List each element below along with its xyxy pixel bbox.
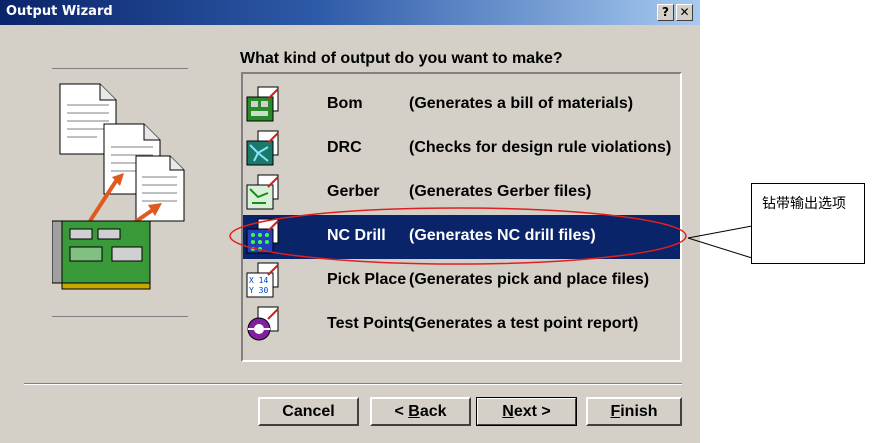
finish-accel: F [610,403,621,420]
close-icon: ✕ [679,5,690,19]
cancel-button[interactable]: Cancel [258,397,359,426]
item-description: (Generates a bill of materials) [409,95,634,112]
list-item-drc[interactable]: DRC (Checks for design rule violations) [243,127,680,171]
back-button[interactable]: < Back [370,397,471,426]
test-points-icon [247,306,279,341]
close-button[interactable]: ✕ [676,4,693,21]
item-description: (Generates a test point report) [409,315,639,332]
item-description: (Generates Gerber files) [409,183,592,200]
next-accel: N [502,403,514,420]
item-name: Gerber [327,183,380,200]
next-label: ext > [513,403,551,420]
finish-button[interactable]: Finish [586,397,682,426]
bom-icon [246,86,279,122]
pick-place-icon: X 14 Y 30 [246,262,279,298]
back-prefix: < [394,403,409,420]
list-item-bom[interactable]: Bom (Generates a bill of materials) [243,83,680,127]
item-description: (Generates NC drill files) [409,227,596,244]
callout-text: 钻带输出选项 [762,196,846,212]
help-icon: ? [662,5,669,19]
wizard-question: What kind of output do you want to make? [240,50,563,67]
next-button[interactable]: Next > [476,397,577,426]
list-item-nc-drill[interactable]: NC Drill (Generates NC drill files) [243,215,680,259]
output-type-list[interactable]: Bom (Generates a bill of materials) DRC … [241,72,682,362]
title-bar[interactable]: Output Wizard ? ✕ [0,0,700,25]
svg-text:Y 30: Y 30 [249,286,268,295]
item-description: (Checks for design rule violations) [409,139,672,156]
list-item-gerber[interactable]: Gerber (Generates Gerber files) [243,171,680,215]
item-name: DRC [327,139,362,156]
item-description: (Generates pick and place files) [409,271,650,288]
item-name: Test Points [327,315,413,332]
annotation-callout: 钻带输出选项 [751,183,865,264]
finish-label: inish [620,403,658,420]
button-separator [24,383,682,385]
back-label: ack [419,403,447,420]
svg-text:X 14: X 14 [249,276,268,285]
nc-drill-icon [246,218,279,254]
list-item-pick-place[interactable]: X 14 Y 30 Pick Place (Generates pick and… [243,259,680,303]
documents-and-board-icon [51,83,185,290]
list-item-test-points[interactable]: Test Points (Generates a test point repo… [243,303,680,347]
cancel-label: Cancel [282,403,335,420]
help-button[interactable]: ? [657,4,674,21]
drc-icon [246,130,279,166]
window-title: Output Wizard [6,4,113,19]
output-wizard-dialog: Output Wizard ? ✕ What kind of output do… [0,0,700,443]
item-name: Bom [327,95,363,112]
item-name: NC Drill [327,227,386,244]
wizard-illustration [51,68,188,317]
gerber-icon [246,174,279,210]
item-name: Pick Place [327,271,407,288]
back-accel: B [408,403,420,420]
